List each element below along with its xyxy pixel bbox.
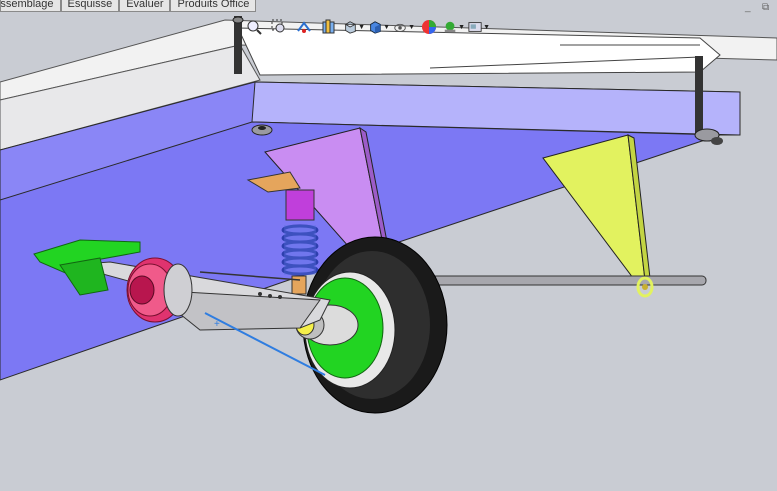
heads-up-view-toolbar: ▼ ▼ ▼ ▼ ▼ [243, 17, 490, 37]
display-style-icon[interactable]: ▼ [368, 17, 390, 37]
zoom-to-area-icon[interactable] [268, 17, 290, 37]
apply-scene-icon[interactable]: ▼ [443, 17, 465, 37]
edit-appearance-icon[interactable] [418, 17, 440, 37]
yellow-bracket [542, 134, 646, 283]
shock-damper [285, 189, 315, 221]
bolt-right [695, 56, 703, 136]
zoom-to-fit-icon[interactable] [243, 17, 265, 37]
previous-view-icon[interactable] [293, 17, 315, 37]
cad-3d-viewport[interactable]: + [0, 0, 777, 486]
svg-text:+: + [214, 319, 220, 330]
restore-button[interactable]: ⧉ [762, 2, 769, 13]
view-orientation-icon[interactable]: ▼ [343, 17, 365, 37]
tab-esquisse[interactable]: Esquisse [60, 0, 120, 12]
bolt-left [234, 16, 242, 74]
section-view-icon[interactable] [318, 17, 340, 37]
tab-evaluer[interactable]: Évaluer [119, 0, 171, 12]
view-settings-icon[interactable]: ▼ [468, 17, 490, 37]
hide-show-items-icon[interactable]: ▼ [393, 17, 415, 37]
assembly-model: + [0, 16, 777, 414]
command-manager-tabs: Assemblage Esquisse Évaluer Produits Off… [0, 0, 257, 12]
tab-assemblage[interactable]: Assemblage [0, 0, 61, 12]
tab-produits-office[interactable]: Produits Office [170, 0, 257, 12]
minimize-button[interactable]: _ [745, 2, 751, 13]
